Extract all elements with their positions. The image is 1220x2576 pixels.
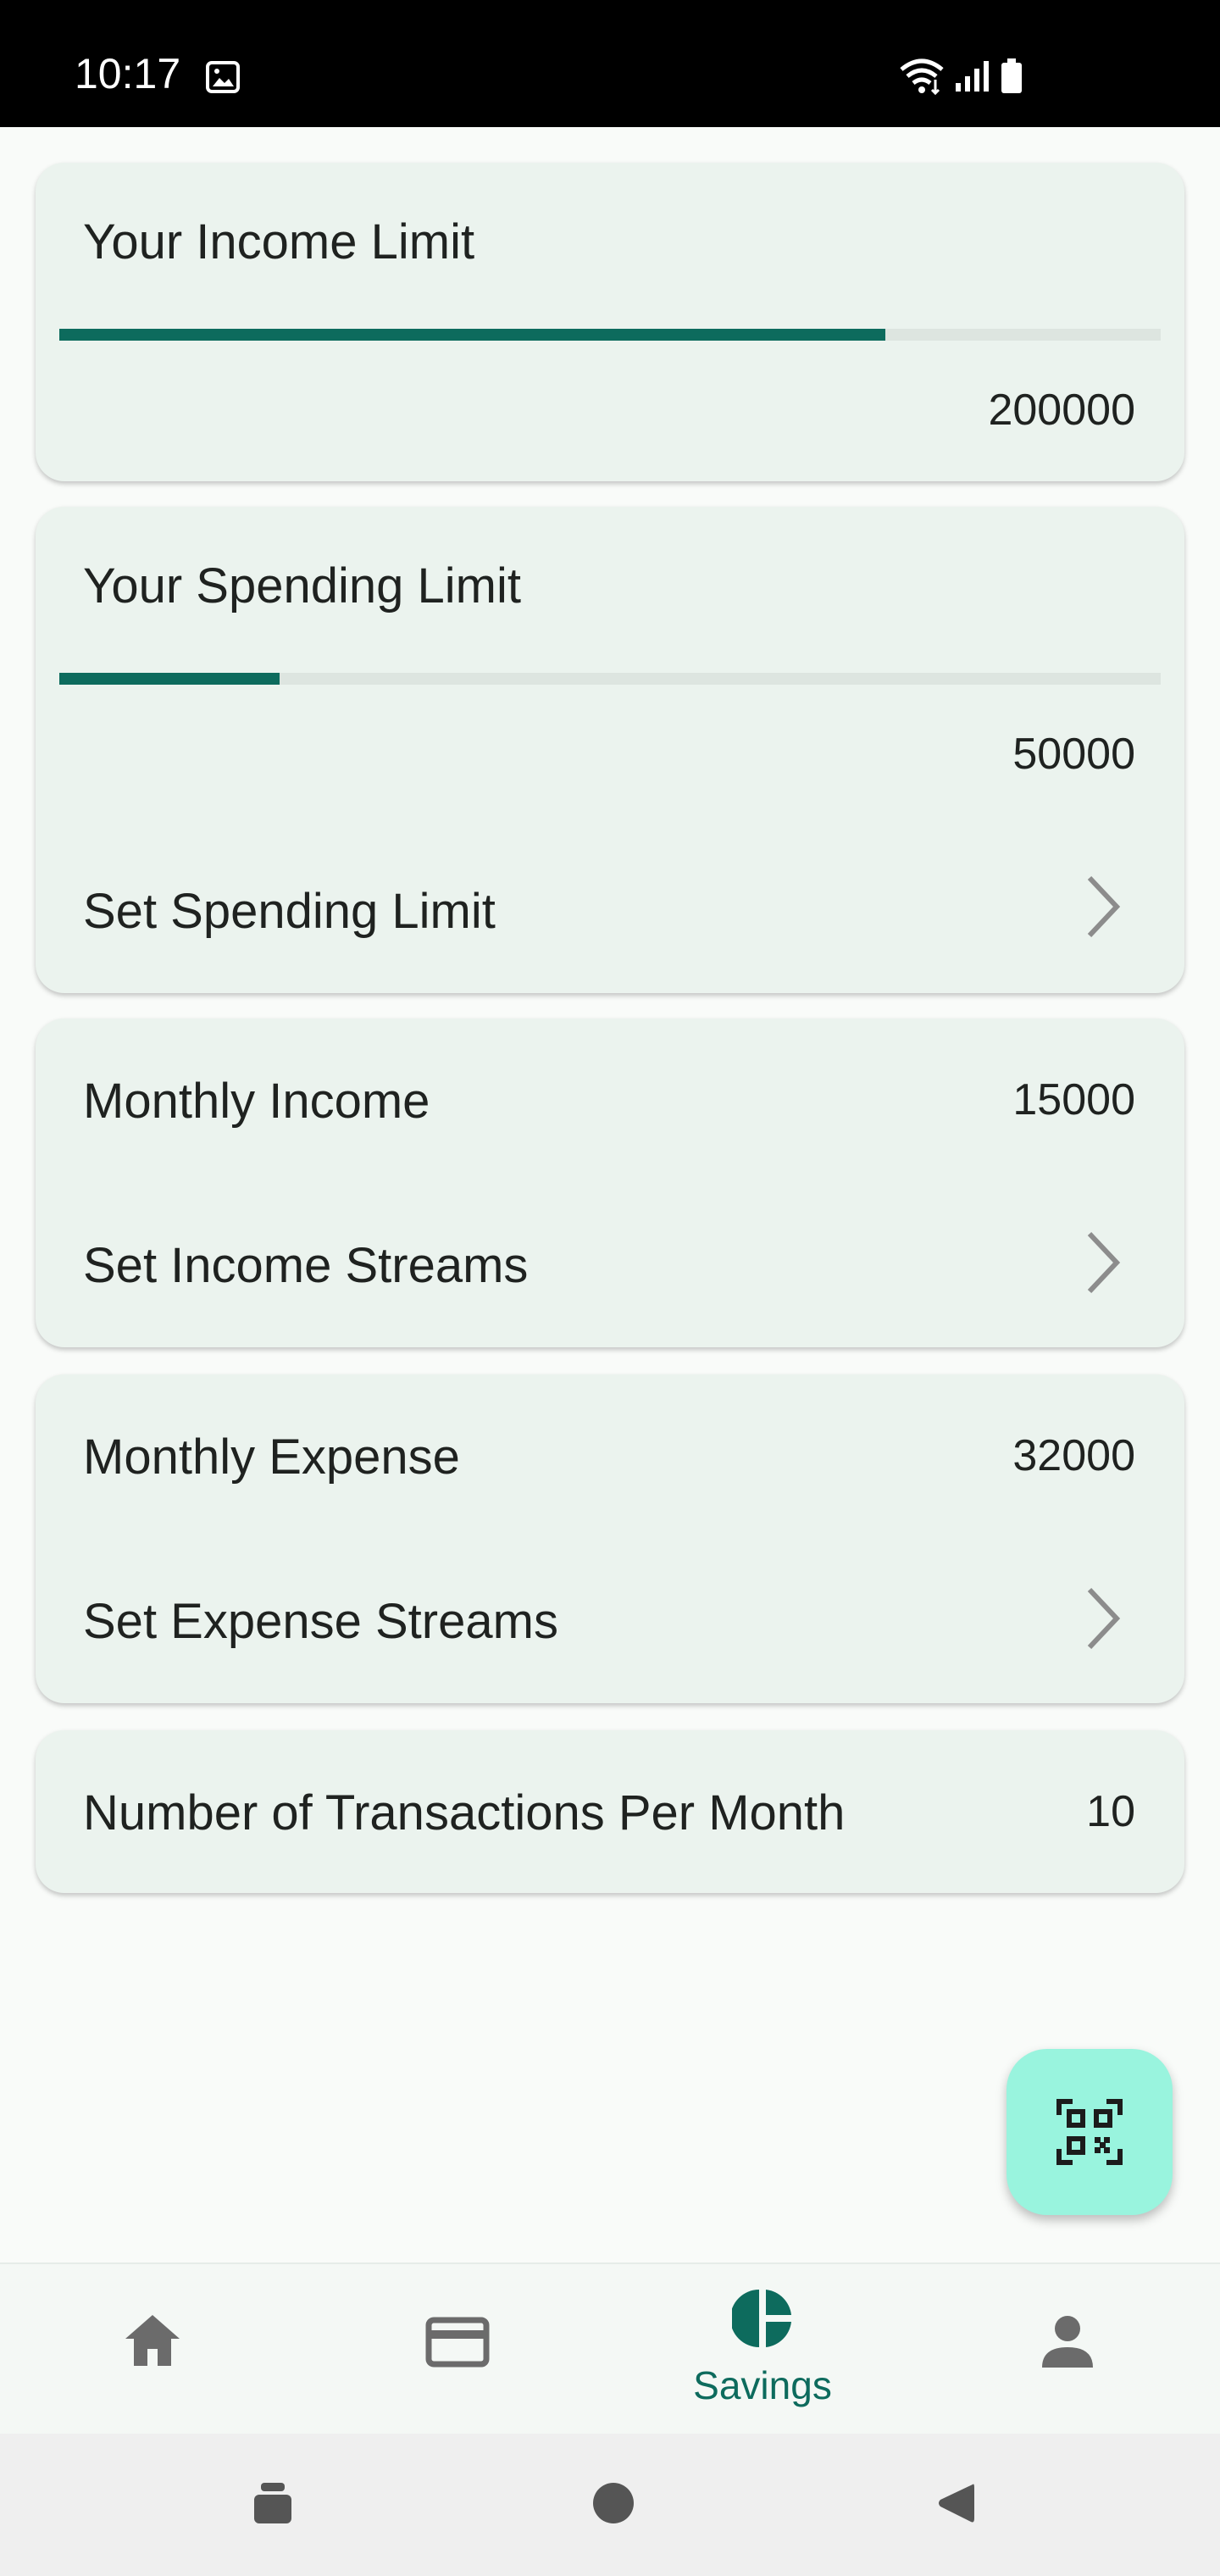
status-time: 10:17 xyxy=(75,50,181,97)
spending-limit-progress xyxy=(59,673,1161,685)
monthly-income-card: Monthly Income 15000 Set Income Streams xyxy=(36,1019,1184,1347)
spending-limit-value: 50000 xyxy=(1012,730,1135,779)
status-bar: 10:17 xyxy=(0,0,1220,127)
spending-limit-card: Your Spending Limit 50000 Set Spending L… xyxy=(36,507,1184,993)
monthly-expense-card: Monthly Expense 32000 Set Expense Stream… xyxy=(36,1374,1184,1703)
transactions-title: Number of Transactions Per Month xyxy=(83,1785,846,1840)
nav-savings-label: Savings xyxy=(693,2363,832,2407)
transactions-value: 10 xyxy=(1086,1787,1135,1836)
nav-cards[interactable] xyxy=(305,2264,610,2435)
monthly-expense-value: 32000 xyxy=(1012,1431,1135,1480)
set-expense-streams-label: Set Expense Streams xyxy=(83,1594,558,1649)
income-limit-card: Your Income Limit 200000 xyxy=(36,163,1184,481)
set-income-streams-row[interactable]: Set Income Streams xyxy=(36,1188,1184,1332)
person-icon xyxy=(1042,2316,1093,2368)
transactions-card: Number of Transactions Per Month 10 xyxy=(36,1730,1184,1893)
home-circle-icon[interactable] xyxy=(591,2481,635,2525)
set-income-streams-label: Set Income Streams xyxy=(83,1238,529,1293)
set-spending-limit-label: Set Spending Limit xyxy=(83,884,496,939)
chevron-right-icon xyxy=(1087,1231,1121,1294)
income-limit-value: 200000 xyxy=(988,386,1135,435)
system-nav-bar xyxy=(0,2434,1220,2576)
nav-profile[interactable] xyxy=(915,2264,1220,2435)
nav-home[interactable] xyxy=(0,2264,305,2435)
spending-limit-title: Your Spending Limit xyxy=(83,558,521,613)
image-notification-icon xyxy=(206,61,240,93)
spending-limit-progress-fill xyxy=(59,673,280,685)
income-limit-progress-fill xyxy=(59,329,885,341)
home-icon xyxy=(125,2315,180,2366)
credit-card-icon xyxy=(425,2317,490,2368)
set-expense-streams-row[interactable]: Set Expense Streams xyxy=(36,1544,1184,1688)
battery-icon xyxy=(1001,58,1022,93)
qr-scan-button[interactable] xyxy=(1006,2049,1173,2215)
qr-scan-icon xyxy=(1056,2099,1123,2165)
chevron-right-icon xyxy=(1087,875,1121,938)
income-limit-progress xyxy=(59,329,1161,341)
income-limit-title: Your Income Limit xyxy=(83,214,475,269)
monthly-expense-title: Monthly Expense xyxy=(83,1430,460,1485)
nav-savings[interactable]: Savings xyxy=(610,2264,915,2435)
wifi-icon xyxy=(900,58,944,95)
signal-icon xyxy=(956,61,989,92)
chevron-right-icon xyxy=(1087,1587,1121,1650)
monthly-income-value: 15000 xyxy=(1012,1075,1135,1124)
pie-chart-icon xyxy=(732,2290,791,2347)
bottom-nav: Savings xyxy=(0,2262,1220,2435)
monthly-income-title: Monthly Income xyxy=(83,1074,430,1129)
recent-apps-icon[interactable] xyxy=(252,2481,293,2525)
set-spending-limit-row[interactable]: Set Spending Limit xyxy=(36,829,1184,964)
back-icon[interactable] xyxy=(935,2481,976,2525)
status-icons xyxy=(898,54,1023,98)
